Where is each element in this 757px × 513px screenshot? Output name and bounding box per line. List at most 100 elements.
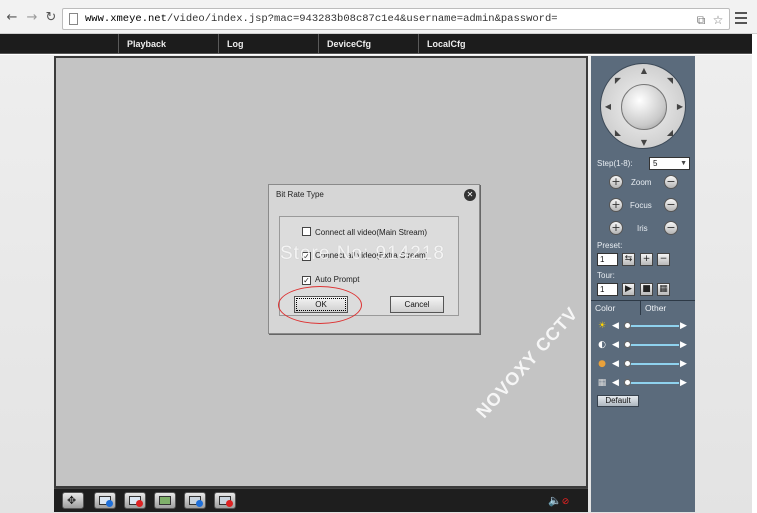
back-arrow-icon[interactable]: ← [5,11,19,25]
stop-dot-icon [226,500,233,507]
hue-track[interactable] [625,382,679,384]
snapshot-button[interactable] [154,492,176,509]
saturation-knob[interactable] [624,360,631,367]
iris-close-button[interactable]: − [664,221,678,235]
brightness-track[interactable] [625,325,679,327]
url-domain: www.xmeye.net [85,13,167,25]
brightness-knob[interactable] [624,322,631,329]
ptz-up-right-icon[interactable]: ◥ [666,77,674,85]
saturation-increase-icon[interactable]: ▶ [680,359,687,369]
contrast-knob[interactable] [624,341,631,348]
ptz-down-left-icon[interactable]: ◣ [614,129,622,137]
contrast-track[interactable] [625,344,679,346]
stop-dot-icon [136,500,143,507]
tour-input[interactable]: 1 [597,283,618,296]
browser-toolbar: ← → ↻ www.xmeye.net/video/index.jsp?mac=… [0,0,757,34]
focus-label: Focus [630,201,652,210]
tour-label: Tour: [597,271,615,280]
zoom-in-button[interactable]: + [609,175,623,189]
fullscreen-button[interactable]: ✥ [62,492,84,509]
hue-icon: ▦ [597,378,607,388]
close-icon[interactable]: ✕ [464,189,476,201]
option-label: Auto Prompt [315,275,360,284]
ptz-up-icon[interactable]: ▲ [640,67,648,75]
color-tab-row: Color Other [591,300,695,315]
open-all-video-button[interactable] [94,492,116,509]
speaker-mute-icon[interactable]: 🔈⊘ [548,494,569,507]
control-panel: ▲ ▼ ◀ ▶ ◤ ◥ ◣ ◢ Step(1-8): 5 ▼ + Zoom − +… [591,56,695,512]
tour-play-button[interactable]: ▶ [622,283,635,296]
picture-icon [159,496,171,505]
hue-increase-icon[interactable]: ▶ [680,378,687,388]
zoom-label: Zoom [631,178,652,187]
contrast-increase-icon[interactable]: ▶ [680,340,687,350]
checkbox-main-stream[interactable] [302,227,311,236]
default-button[interactable]: Default [597,395,639,407]
preset-add-button[interactable]: + [640,253,653,266]
ptz-joystick[interactable]: ▲ ▼ ◀ ▶ ◤ ◥ ◣ ◢ [600,63,686,149]
brightness-increase-icon[interactable]: ▶ [680,321,687,331]
start-record-button[interactable] [184,492,206,509]
tab-other[interactable]: Other [641,301,695,315]
tab-playback[interactable]: Playback [118,34,218,54]
brightness-decrease-icon[interactable]: ◀ [612,321,619,331]
step-select[interactable]: 5 ▼ [649,157,690,170]
cancel-button[interactable]: Cancel [390,296,444,313]
contrast-decrease-icon[interactable]: ◀ [612,340,619,350]
brightness-slider-row: ☀ ◀ ▶ [591,319,695,333]
step-value: 5 [653,159,658,168]
saturation-track[interactable] [625,363,679,365]
store-watermark: Store No: 914218 [280,243,445,264]
url-text: www.xmeye.net/video/index.jsp?mac=943283… [85,13,558,25]
dialog-title: Bit Rate Type [276,190,324,199]
checkbox-auto-prompt[interactable]: ✓ [302,276,311,285]
preset-input[interactable]: 1 [597,253,618,266]
zoom-out-button[interactable]: − [664,175,678,189]
highlight-circle [278,286,362,324]
ptz-right-icon[interactable]: ▶ [676,103,684,111]
ptz-down-icon[interactable]: ▼ [640,139,648,147]
saturation-decrease-icon[interactable]: ◀ [612,359,619,369]
app-nav-bar: Playback Log DeviceCfg LocalCfg [0,34,752,54]
tab-log[interactable]: Log [218,34,318,54]
contrast-slider-row: ◐ ◀ ▶ [591,338,695,352]
tour-stop-button[interactable]: ■ [640,283,653,296]
preset-label: Preset: [597,241,623,250]
record-dot-icon [196,500,203,507]
brightness-icon: ☀ [597,321,607,331]
ptz-up-left-icon[interactable]: ◤ [614,77,622,85]
tab-localcfg[interactable]: LocalCfg [418,34,518,54]
tab-color[interactable]: Color [591,301,641,315]
hue-slider-row: ▦ ◀ ▶ [591,376,695,390]
tour-grid-button[interactable]: ▦ [657,283,670,296]
saturation-slider-row: ● ◀ ▶ [591,357,695,371]
reload-icon[interactable]: ↻ [44,11,58,25]
option-label: Connect all video(Main Stream) [315,228,428,237]
chevron-down-icon: ▼ [680,160,687,167]
hue-decrease-icon[interactable]: ◀ [612,378,619,388]
preset-goto-button[interactable]: ⇆ [622,253,635,266]
ptz-down-right-icon[interactable]: ◢ [666,129,674,137]
page-icon [69,13,78,25]
hue-knob[interactable] [624,379,631,386]
saturation-icon: ● [598,359,606,369]
contrast-icon: ◐ [598,340,606,350]
option-auto-prompt[interactable]: ✓ Auto Prompt [302,275,359,285]
ptz-center-button[interactable] [621,84,667,130]
stop-record-button[interactable] [214,492,236,509]
step-label: Step(1-8): [597,159,633,168]
tab-devicecfg[interactable]: DeviceCfg [318,34,418,54]
preset-remove-button[interactable]: − [657,253,670,266]
iris-open-button[interactable]: + [609,221,623,235]
focus-out-button[interactable]: − [664,198,678,212]
close-all-video-button[interactable] [124,492,146,509]
focus-in-button[interactable]: + [609,198,623,212]
ptz-left-icon[interactable]: ◀ [604,103,612,111]
address-bar[interactable]: www.xmeye.net/video/index.jsp?mac=943283… [62,8,730,30]
forward-arrow-icon[interactable]: → [25,11,39,25]
bookmark-star-icon[interactable]: ☆ [711,13,725,27]
browser-menu-icon[interactable] [735,12,747,24]
play-dot-icon [106,500,113,507]
option-main-stream[interactable]: Connect all video(Main Stream) [302,227,427,237]
translate-icon[interactable]: ⧉ [694,13,708,27]
